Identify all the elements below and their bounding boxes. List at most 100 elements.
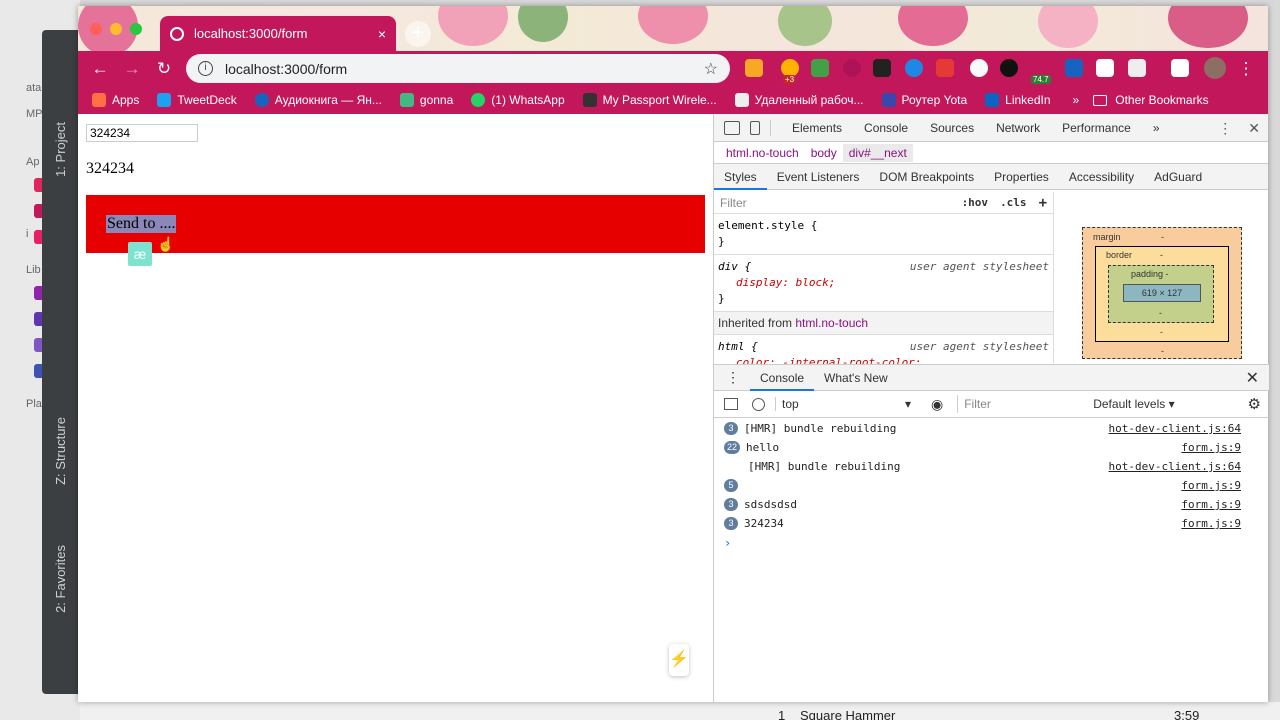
tool-tab-favorites[interactable]: 2: Favorites bbox=[42, 524, 78, 634]
extension-icon[interactable] bbox=[970, 59, 988, 77]
close-icon[interactable]: ✕ bbox=[1248, 120, 1260, 137]
rule-selector[interactable]: element.style { bbox=[718, 218, 1049, 234]
subtab-styles[interactable]: Styles bbox=[714, 164, 767, 190]
tab-performance[interactable]: Performance bbox=[1051, 121, 1142, 135]
source-link[interactable]: form.js:9 bbox=[1181, 498, 1241, 511]
extension-icon[interactable] bbox=[745, 59, 763, 77]
tab-console[interactable]: Console bbox=[853, 121, 919, 135]
subtab-adguard[interactable]: AdGuard bbox=[1144, 164, 1212, 190]
bookmark-item[interactable]: Аудиокнига — Ян... bbox=[254, 93, 382, 107]
bookmark-star-icon[interactable]: ☆ bbox=[704, 59, 718, 79]
browser-toolbar: ← → ↻ i localhost:3000/form ☆ +3 74.7 ⋮ bbox=[78, 51, 1268, 86]
bookmarks-overflow-button[interactable]: » bbox=[1073, 93, 1080, 107]
reload-button[interactable]: ↻ bbox=[148, 59, 180, 79]
extension-icon[interactable] bbox=[843, 59, 861, 77]
tool-tab-structure[interactable]: Z: Structure bbox=[42, 396, 78, 506]
eye-icon[interactable]: ◉ bbox=[931, 396, 943, 413]
media-icon[interactable] bbox=[1171, 59, 1189, 77]
new-tab-button[interactable]: + bbox=[405, 21, 431, 47]
close-icon[interactable]: × bbox=[378, 26, 386, 42]
bookmark-item[interactable]: (1) WhatsApp bbox=[471, 93, 565, 107]
rule-close: } bbox=[718, 292, 725, 305]
console-prompt[interactable]: › bbox=[714, 533, 1269, 552]
bookmark-item[interactable]: TweetDeck bbox=[157, 93, 237, 107]
lightning-icon[interactable]: ⚡ bbox=[669, 644, 689, 676]
tab-sources[interactable]: Sources bbox=[919, 121, 985, 135]
hov-toggle[interactable]: :hov bbox=[962, 196, 989, 209]
border-box: border - - padding - - 619 × 127 bbox=[1095, 246, 1229, 342]
menu-icon[interactable]: ⋮ bbox=[1230, 59, 1262, 79]
minimize-window-button[interactable] bbox=[110, 23, 122, 35]
bookmark-item[interactable]: LinkedIn bbox=[985, 93, 1051, 107]
more-tabs-button[interactable]: » bbox=[1142, 121, 1171, 135]
avatar[interactable] bbox=[1204, 57, 1226, 79]
subtab-properties[interactable]: Properties bbox=[984, 164, 1059, 190]
source-link[interactable]: hot-dev-client.js:64 bbox=[1109, 422, 1241, 435]
breadcrumb-item[interactable]: div#__next bbox=[842, 143, 913, 162]
subtab-dom-breakpoints[interactable]: DOM Breakpoints bbox=[869, 164, 984, 190]
cls-toggle[interactable]: .cls bbox=[1000, 196, 1027, 209]
source-link[interactable]: form.js:9 bbox=[1181, 479, 1241, 492]
device-toolbar-icon[interactable] bbox=[750, 120, 760, 135]
breadcrumb-item[interactable]: body bbox=[805, 144, 843, 162]
context-selector[interactable]: top ▾ bbox=[775, 397, 911, 411]
back-button[interactable]: ← bbox=[84, 59, 116, 79]
drawer-menu-icon[interactable]: ⋮ bbox=[726, 369, 740, 386]
log-levels-dropdown[interactable]: Default levels ▾ bbox=[1093, 397, 1174, 411]
extension-icon[interactable] bbox=[1128, 59, 1146, 77]
tool-tab-project[interactable]: 1: Project bbox=[42, 94, 78, 204]
tab-network[interactable]: Network bbox=[985, 121, 1051, 135]
drawer-tab-console[interactable]: Console bbox=[750, 365, 815, 391]
sidebar-toggle-icon[interactable] bbox=[724, 398, 738, 410]
subtab-accessibility[interactable]: Accessibility bbox=[1059, 164, 1144, 190]
extension-icon[interactable] bbox=[1000, 59, 1018, 77]
close-window-button[interactable] bbox=[90, 23, 102, 35]
bookmark-item[interactable]: Роутер Yota bbox=[881, 93, 967, 107]
extension-icon[interactable] bbox=[1065, 59, 1083, 77]
forward-button[interactable]: → bbox=[116, 59, 148, 79]
extension-icon[interactable] bbox=[905, 59, 923, 77]
console-filter-input[interactable]: Filter bbox=[957, 395, 1085, 413]
inspect-icon[interactable] bbox=[724, 120, 740, 135]
source-link[interactable]: form.js:9 bbox=[1181, 441, 1241, 454]
extension-icon[interactable] bbox=[873, 59, 891, 77]
more-options-icon[interactable]: ⋮ bbox=[1218, 120, 1232, 137]
styles-filter-input[interactable]: Filter bbox=[720, 195, 956, 210]
bookmark-item[interactable]: gonna bbox=[399, 93, 453, 107]
red-container[interactable]: Send to .... bbox=[86, 195, 705, 253]
inherited-selector[interactable]: html.no-touch bbox=[795, 316, 868, 330]
source-link[interactable]: hot-dev-client.js:64 bbox=[1109, 460, 1241, 473]
address-bar[interactable]: i localhost:3000/form ☆ bbox=[186, 54, 730, 83]
extension-icon[interactable] bbox=[1096, 59, 1114, 77]
repeat-count-badge: 5 bbox=[724, 479, 738, 492]
send-link[interactable]: Send to .... bbox=[106, 215, 177, 233]
shield-icon[interactable] bbox=[811, 59, 829, 77]
info-icon[interactable]: i bbox=[198, 61, 213, 76]
inherited-header: Inherited from html.no-touch bbox=[714, 312, 1053, 335]
maximize-window-button[interactable] bbox=[130, 23, 142, 35]
ae-extension-badge[interactable]: æ bbox=[128, 242, 152, 266]
drawer-tab-whats-new[interactable]: What's New bbox=[814, 365, 898, 391]
bookmark-item[interactable]: My Passport Wirele... bbox=[582, 93, 717, 107]
clear-console-icon[interactable] bbox=[752, 397, 765, 411]
message-text: sdsdsdsd bbox=[744, 498, 797, 511]
ide-bg-label: Lib bbox=[26, 264, 41, 276]
ide-left-column: ata MPC Ap i Lib Pla bbox=[0, 60, 50, 720]
browser-tab[interactable]: localhost:3000/form × bbox=[160, 16, 396, 51]
close-icon[interactable]: ✕ bbox=[1246, 368, 1259, 388]
url-text[interactable]: localhost:3000/form bbox=[225, 61, 704, 77]
bookmark-item[interactable]: Удаленный рабоч... bbox=[734, 93, 864, 107]
extension-icon[interactable] bbox=[936, 59, 954, 77]
content-box[interactable]: 619 × 127 bbox=[1123, 284, 1201, 302]
other-bookmarks[interactable]: Other Bookmarks bbox=[1093, 93, 1209, 107]
track-title[interactable]: Square Hammer bbox=[800, 708, 895, 720]
source-link[interactable]: form.js:9 bbox=[1181, 517, 1241, 530]
add-rule-button[interactable]: + bbox=[1039, 195, 1047, 211]
subtab-event-listeners[interactable]: Event Listeners bbox=[767, 164, 870, 190]
gear-icon[interactable]: ⚙ bbox=[1248, 395, 1261, 413]
tab-elements[interactable]: Elements bbox=[781, 121, 853, 135]
bookmark-item[interactable]: Apps bbox=[92, 93, 139, 107]
breadcrumb-item[interactable]: html.no-touch bbox=[720, 144, 805, 162]
style-rule: user agent stylesheet div { display: bloc… bbox=[714, 255, 1053, 312]
text-input[interactable] bbox=[86, 124, 198, 142]
